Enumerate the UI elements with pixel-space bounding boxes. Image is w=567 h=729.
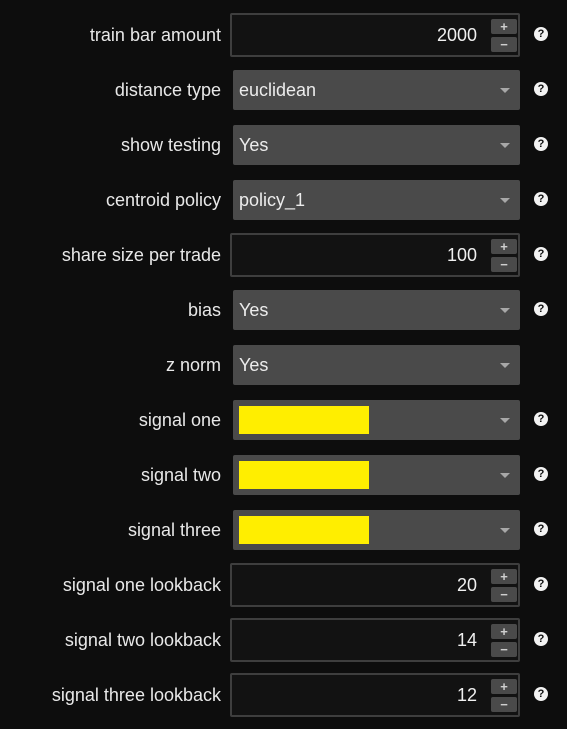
setting-row-signal-two-lookback: signal two lookback 14 + −? bbox=[0, 618, 567, 673]
z-norm-select[interactable]: Yes bbox=[233, 345, 520, 385]
help-icon[interactable]: ? bbox=[534, 412, 548, 426]
setting-label: signal one lookback bbox=[62, 575, 221, 595]
select-value: Yes bbox=[239, 135, 269, 155]
chevron-down-icon bbox=[500, 198, 510, 203]
help-icon[interactable]: ? bbox=[534, 137, 548, 151]
share-size-per-trade-number-input[interactable]: 100 + − bbox=[230, 233, 520, 277]
number-value: 20 bbox=[456, 575, 477, 595]
distance-type-select[interactable]: euclidean bbox=[233, 70, 520, 110]
decrement-icon[interactable]: − bbox=[491, 642, 517, 657]
chevron-down-icon bbox=[500, 528, 510, 533]
setting-label: signal two bbox=[140, 465, 221, 485]
setting-label: centroid policy bbox=[105, 190, 221, 210]
decrement-icon[interactable]: − bbox=[491, 257, 517, 272]
help-icon[interactable]: ? bbox=[534, 247, 548, 261]
increment-icon[interactable]: + bbox=[491, 624, 517, 639]
select-value: euclidean bbox=[239, 80, 317, 100]
select-value: Yes bbox=[239, 300, 269, 320]
setting-row-bias: bias Yes? bbox=[0, 288, 567, 343]
setting-row-show-testing: show testing Yes? bbox=[0, 123, 567, 178]
centroid-policy-select[interactable]: policy_1 bbox=[233, 180, 520, 220]
increment-icon[interactable]: + bbox=[491, 19, 517, 34]
setting-row-signal-three: signal three? bbox=[0, 508, 567, 563]
bias-select[interactable]: Yes bbox=[233, 290, 520, 330]
decrement-icon[interactable]: − bbox=[491, 587, 517, 602]
increment-icon[interactable]: + bbox=[491, 679, 517, 694]
decrement-icon[interactable]: − bbox=[491, 697, 517, 712]
setting-row-share-size-per-trade: share size per trade 100 + −? bbox=[0, 233, 567, 288]
setting-label: signal three lookback bbox=[51, 685, 221, 705]
help-icon[interactable]: ? bbox=[534, 27, 548, 41]
chevron-down-icon bbox=[500, 473, 510, 478]
select-value: Yes bbox=[239, 355, 269, 375]
setting-row-distance-type: distance type euclidean? bbox=[0, 68, 567, 123]
chevron-down-icon bbox=[500, 308, 510, 313]
train-bar-amount-number-input[interactable]: 2000 + − bbox=[230, 13, 520, 57]
setting-row-centroid-policy: centroid policy policy_1? bbox=[0, 178, 567, 233]
select-value: policy_1 bbox=[239, 190, 306, 210]
setting-row-signal-three-lookback: signal three lookback 12 + −? bbox=[0, 673, 567, 728]
help-icon[interactable]: ? bbox=[534, 192, 548, 206]
setting-label: signal three bbox=[127, 520, 221, 540]
help-icon[interactable]: ? bbox=[534, 82, 548, 96]
chevron-down-icon bbox=[500, 418, 510, 423]
signal-one-color-select[interactable] bbox=[233, 400, 520, 440]
show-testing-select[interactable]: Yes bbox=[233, 125, 520, 165]
color-swatch bbox=[239, 406, 369, 434]
color-swatch bbox=[239, 516, 369, 544]
setting-label: train bar amount bbox=[89, 25, 221, 45]
setting-row-z-norm: z norm Yes bbox=[0, 343, 567, 398]
settings-panel: train bar amount 2000 + −? distance type eucl… bbox=[0, 0, 567, 729]
number-value: 12 bbox=[456, 685, 477, 705]
number-value: 100 bbox=[446, 245, 477, 265]
signal-two-lookback-number-input[interactable]: 14 + − bbox=[230, 618, 520, 662]
setting-label: bias bbox=[187, 300, 221, 320]
help-icon[interactable]: ? bbox=[534, 522, 548, 536]
chevron-down-icon bbox=[500, 88, 510, 93]
signal-three-color-select[interactable] bbox=[233, 510, 520, 550]
signal-three-lookback-number-input[interactable]: 12 + − bbox=[230, 673, 520, 717]
chevron-down-icon bbox=[500, 143, 510, 148]
setting-row-signal-two: signal two? bbox=[0, 453, 567, 508]
help-icon[interactable]: ? bbox=[534, 577, 548, 591]
help-icon[interactable]: ? bbox=[534, 467, 548, 481]
setting-label: signal two lookback bbox=[64, 630, 221, 650]
setting-row-signal-one-lookback: signal one lookback 20 + −? bbox=[0, 563, 567, 618]
help-icon[interactable]: ? bbox=[534, 302, 548, 316]
signal-one-lookback-number-input[interactable]: 20 + − bbox=[230, 563, 520, 607]
help-icon[interactable]: ? bbox=[534, 687, 548, 701]
increment-icon[interactable]: + bbox=[491, 569, 517, 584]
help-icon[interactable]: ? bbox=[534, 632, 548, 646]
decrement-icon[interactable]: − bbox=[491, 37, 517, 52]
setting-row-signal-one: signal one? bbox=[0, 398, 567, 453]
increment-icon[interactable]: + bbox=[491, 239, 517, 254]
number-value: 14 bbox=[456, 630, 477, 650]
setting-label: distance type bbox=[114, 80, 221, 100]
signal-two-color-select[interactable] bbox=[233, 455, 520, 495]
setting-label: show testing bbox=[120, 135, 221, 155]
setting-label: z norm bbox=[165, 355, 221, 375]
setting-label: share size per trade bbox=[61, 245, 221, 265]
number-value: 2000 bbox=[436, 25, 477, 45]
setting-label: signal one bbox=[138, 410, 221, 430]
color-swatch bbox=[239, 461, 369, 489]
setting-row-train-bar-amount: train bar amount 2000 + −? bbox=[0, 13, 567, 68]
chevron-down-icon bbox=[500, 363, 510, 368]
